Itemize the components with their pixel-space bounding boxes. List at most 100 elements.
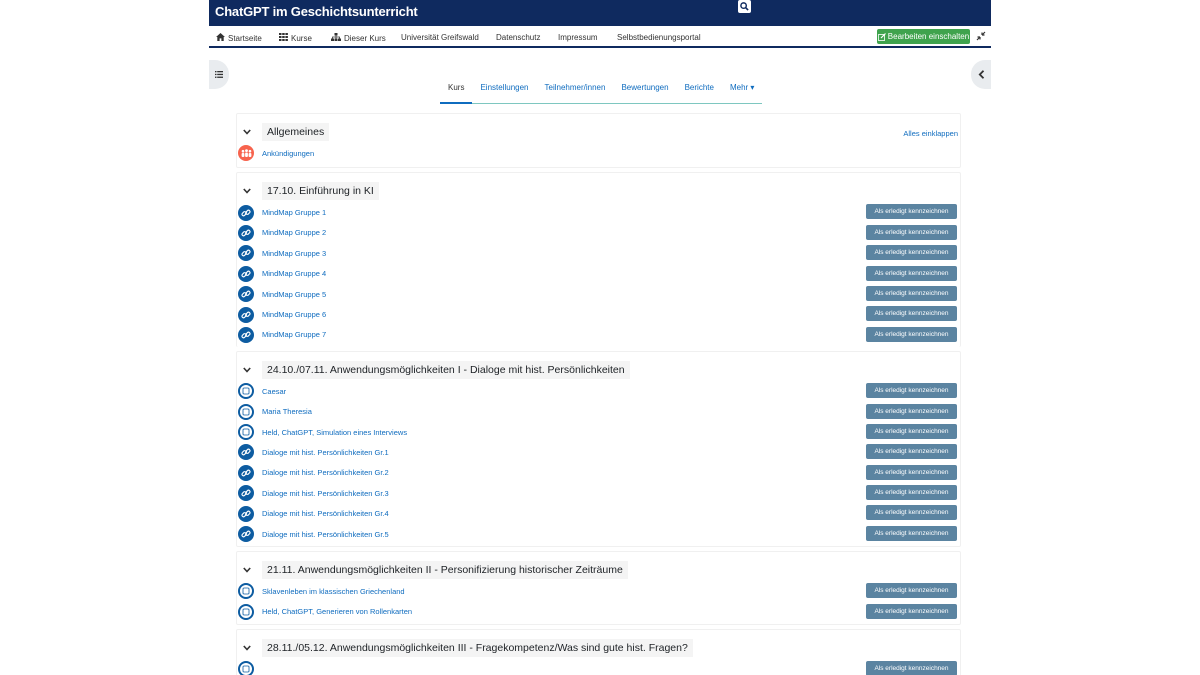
nav-label: Selbstbedienungsportal: [617, 33, 701, 42]
activity-link[interactable]: Caesar: [262, 387, 286, 396]
section-collapse-toggle[interactable]: [238, 182, 256, 200]
h5p-activity-icon[interactable]: [238, 424, 254, 441]
mark-done-button[interactable]: Als erledigt kennzeichnen: [866, 661, 957, 675]
mark-done-button[interactable]: Als erledigt kennzeichnen: [866, 464, 957, 480]
section-title[interactable]: Allgemeines: [262, 123, 330, 141]
link-icon[interactable]: [238, 526, 254, 543]
link-icon[interactable]: [238, 485, 254, 502]
activity-link[interactable]: Dialoge mit hist. Persönlichkeiten Gr.3: [262, 489, 389, 498]
pencil-square-icon: [877, 32, 886, 41]
activity-link[interactable]: Maria Theresia: [262, 407, 312, 416]
block-drawer-toggle[interactable]: [971, 60, 991, 89]
h5p-activity-icon[interactable]: [238, 403, 254, 420]
mark-done-button[interactable]: Als erledigt kennzeichnen: [866, 326, 957, 342]
mark-done-button[interactable]: Als erledigt kennzeichnen: [866, 403, 957, 419]
h5p-activity-icon[interactable]: [238, 603, 254, 620]
edit-mode-button[interactable]: Bearbeiten einschalten: [877, 29, 970, 44]
nav-item-dieser-kurs[interactable]: Dieser Kurs: [331, 33, 386, 43]
nav-item-impressum[interactable]: Impressum: [558, 33, 598, 42]
activity-link[interactable]: MindMap Gruppe 1: [262, 208, 326, 217]
sitemap-icon: [331, 33, 341, 43]
course-index-toggle[interactable]: [209, 60, 229, 89]
nav-item-kurse[interactable]: Kurse: [279, 33, 312, 43]
link-icon[interactable]: [238, 224, 254, 241]
link-icon[interactable]: [238, 265, 254, 282]
mark-done-button[interactable]: Als erledigt kennzeichnen: [866, 306, 957, 322]
course-content: Allgemeines Alles einklappen Ankündigungen…: [236, 113, 961, 675]
activity-link[interactable]: MindMap Gruppe 6: [262, 310, 326, 319]
chevron-down-icon: [243, 188, 251, 195]
tab-kurs[interactable]: Kurs: [440, 80, 473, 104]
mark-done-button[interactable]: Als erledigt kennzeichnen: [866, 444, 957, 460]
activity-link[interactable]: Dialoge mit hist. Persönlichkeiten Gr.4: [262, 509, 389, 518]
course-section: 17.10. Einführung in KI MindMap Gruppe 1 A…: [236, 172, 961, 348]
link-icon[interactable]: [238, 505, 254, 522]
section-title[interactable]: 24.10./07.11. Anwendungsmöglichkeiten I …: [262, 361, 630, 380]
tab-berichte[interactable]: Berichte: [677, 80, 722, 103]
section-header: 28.11./05.12. Anwendungsmöglichkeiten II…: [237, 637, 960, 659]
link-icon[interactable]: [238, 245, 254, 262]
collapse-all-link[interactable]: Alles einklappen: [903, 129, 958, 138]
search-button[interactable]: [738, 0, 751, 13]
section-collapse-toggle[interactable]: [238, 123, 256, 141]
mark-done-button[interactable]: Als erledigt kennzeichnen: [866, 204, 957, 220]
nav-item-selbstbedienungsportal[interactable]: Selbstbedienungsportal: [617, 33, 701, 42]
h5p-activity-icon[interactable]: [238, 661, 254, 675]
activity-link[interactable]: Dialoge mit hist. Persönlichkeiten Gr.5: [262, 530, 389, 539]
link-icon[interactable]: [238, 286, 254, 303]
link-icon[interactable]: [238, 444, 254, 461]
mark-done-button[interactable]: Als erledigt kennzeichnen: [866, 383, 957, 399]
mark-done-button[interactable]: Als erledigt kennzeichnen: [866, 265, 957, 281]
activity-link[interactable]: MindMap Gruppe 4: [262, 269, 326, 278]
mark-done-button[interactable]: Als erledigt kennzeichnen: [866, 423, 957, 439]
activity-link[interactable]: Held, ChatGPT, Simulation eines Intervie…: [262, 428, 407, 437]
activity-link[interactable]: Dialoge mit hist. Persönlichkeiten Gr.2: [262, 468, 389, 477]
mark-done-button[interactable]: Als erledigt kennzeichnen: [866, 505, 957, 521]
section-collapse-toggle[interactable]: [238, 361, 256, 379]
activity-link[interactable]: MindMap Gruppe 2: [262, 228, 326, 237]
nav-item-universitaet[interactable]: Universität Greifswald: [401, 33, 479, 42]
activity-link[interactable]: Sklavenleben im klassischen Griechenland: [262, 587, 405, 596]
forum-icon[interactable]: [238, 145, 254, 162]
nav-item-startseite[interactable]: Startseite: [216, 33, 262, 43]
activity-link[interactable]: Dialoge mit hist. Persönlichkeiten Gr.1: [262, 448, 389, 457]
activity-row: MindMap Gruppe 6 Als erledigt kennzeichne…: [237, 304, 960, 324]
section-header: Allgemeines Alles einklappen: [237, 121, 960, 143]
mark-done-button[interactable]: Als erledigt kennzeichnen: [866, 224, 957, 240]
tab-bewertungen[interactable]: Bewertungen: [613, 80, 676, 103]
activity-row: MindMap Gruppe 7 Als erledigt kennzeichne…: [237, 325, 960, 345]
tab-einstellungen[interactable]: Einstellungen: [472, 80, 536, 103]
activity-link[interactable]: Held, ChatGPT, Generieren von Rollenkart…: [262, 607, 412, 616]
edit-mode-label: Bearbeiten einschalten: [887, 32, 970, 41]
course-section: Allgemeines Alles einklappen Ankündigungen: [236, 113, 961, 169]
activity-row: MindMap Gruppe 1 Als erledigt kennzeichne…: [237, 202, 960, 222]
section-header: 24.10./07.11. Anwendungsmöglichkeiten I …: [237, 359, 960, 381]
link-icon[interactable]: [238, 326, 254, 343]
tab-mehr[interactable]: Mehr ▾: [722, 80, 762, 103]
activity-link[interactable]: MindMap Gruppe 7: [262, 330, 326, 339]
mark-done-button[interactable]: Als erledigt kennzeichnen: [866, 525, 957, 541]
tab-teilnehmer[interactable]: Teilnehmer/innen: [537, 80, 614, 103]
section-collapse-toggle[interactable]: [238, 561, 256, 579]
nav-item-datenschutz[interactable]: Datenschutz: [496, 33, 540, 42]
mark-done-button[interactable]: Als erledigt kennzeichnen: [866, 285, 957, 301]
section-title[interactable]: 21.11. Anwendungsmöglichkeiten II - Pers…: [262, 561, 628, 580]
site-title[interactable]: ChatGPT im Geschichtsunterricht: [215, 4, 418, 19]
mark-done-button[interactable]: Als erledigt kennzeichnen: [866, 245, 957, 261]
mark-done-button[interactable]: Als erledigt kennzeichnen: [866, 485, 957, 501]
section-title[interactable]: 28.11./05.12. Anwendungsmöglichkeiten II…: [262, 639, 693, 658]
activity-link[interactable]: Ankündigungen: [262, 149, 314, 158]
link-icon[interactable]: [238, 464, 254, 481]
link-icon[interactable]: [238, 204, 254, 221]
activity-link[interactable]: MindMap Gruppe 3: [262, 249, 326, 258]
h5p-activity-icon[interactable]: [238, 383, 254, 400]
section-title[interactable]: 17.10. Einführung in KI: [262, 182, 379, 201]
mark-done-button[interactable]: Als erledigt kennzeichnen: [866, 603, 957, 619]
link-icon[interactable]: [238, 306, 254, 323]
h5p-activity-icon[interactable]: [238, 583, 254, 600]
mark-done-button[interactable]: Als erledigt kennzeichnen: [866, 583, 957, 599]
fullscreen-toggle[interactable]: [976, 31, 986, 44]
list-icon: [215, 71, 223, 78]
activity-link[interactable]: MindMap Gruppe 5: [262, 290, 326, 299]
section-collapse-toggle[interactable]: [238, 639, 256, 657]
